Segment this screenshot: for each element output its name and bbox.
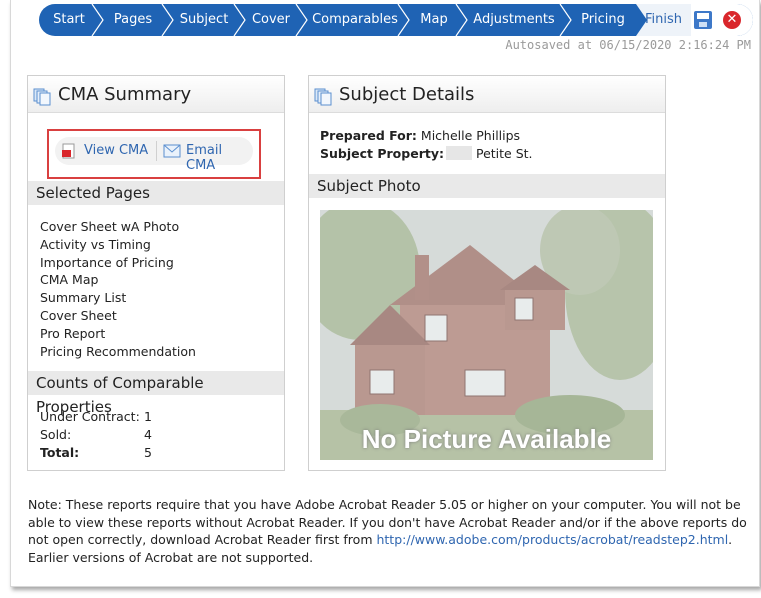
subject-info: Prepared For: Michelle Phillips Subject … — [320, 127, 660, 163]
subject-photo: No Picture Available — [320, 210, 653, 460]
email-cma-link[interactable]: Email CMA — [186, 143, 253, 173]
close-icon[interactable]: ✕ — [723, 11, 741, 29]
finish-area: Finish ✕ — [636, 4, 753, 36]
cma-summary-panel: CMA Summary View CMA Email CMA Selected … — [27, 75, 285, 471]
count-value: 5 — [144, 444, 152, 460]
email-icon — [163, 144, 181, 158]
subject-details-header: Subject Details — [309, 76, 665, 113]
subject-photo-heading: Subject Photo — [309, 174, 665, 198]
step-pages[interactable]: Pages — [103, 4, 163, 36]
prepared-for-value: Michelle Phillips — [420, 128, 521, 143]
prepared-for-row: Prepared For: Michelle Phillips — [320, 128, 521, 143]
subject-details-title: Subject Details — [339, 84, 475, 105]
app-frame: Start Pages Subject Cover Comparables Ma… — [10, 0, 760, 587]
step-cover[interactable]: Cover — [245, 4, 297, 36]
count-value: 1 — [144, 409, 152, 424]
step-start[interactable]: Start — [39, 4, 99, 36]
selected-page-item: Importance of Pricing — [40, 254, 174, 270]
cma-summary-header: CMA Summary — [28, 76, 284, 113]
subject-property-value: Petite St. — [475, 145, 533, 161]
counts-heading: Counts of Comparable Properties — [28, 371, 284, 416]
acrobat-download-link[interactable]: http://www.adobe.com/products/acrobat/re… — [376, 532, 728, 547]
count-label: Under Contract: — [40, 409, 140, 424]
count-row: Under Contract: 1 — [40, 408, 270, 426]
selected-page-item: Pricing Recommendation — [40, 343, 196, 359]
selected-pages-heading: Selected Pages — [28, 181, 284, 205]
step-subject[interactable]: Subject — [173, 4, 235, 36]
step-map[interactable]: Map — [411, 4, 457, 36]
count-row: Sold: 4 — [40, 426, 270, 444]
selected-page-item: CMA Map — [40, 272, 99, 288]
house-placeholder-image — [320, 210, 653, 460]
selected-page-item: Pro Report — [40, 325, 106, 341]
selected-page-item: Summary List — [40, 290, 127, 306]
no-picture-overlay: No Picture Available — [361, 424, 612, 454]
counts-table: Under Contract: 1 Sold: 4 Total: 5 — [40, 408, 270, 461]
selected-page-item: Cover Sheet wA Photo — [40, 219, 180, 234]
step-pricing[interactable]: Pricing — [571, 4, 635, 36]
count-value: 4 — [144, 426, 152, 442]
cma-actions-highlight: View CMA Email CMA — [47, 129, 261, 179]
step-comparables[interactable]: Comparables — [307, 4, 403, 36]
subject-property-row: Subject Property: Petite St. — [320, 145, 533, 161]
prepared-for-label: Prepared For — [320, 128, 412, 143]
actions-divider — [156, 141, 157, 161]
pages-icon — [314, 88, 332, 106]
count-row: Total: 5 — [40, 444, 270, 462]
redacted-street-number — [445, 145, 472, 160]
cma-summary-title: CMA Summary — [58, 84, 192, 105]
view-cma-link[interactable]: View CMA — [84, 143, 148, 158]
wizard-breadcrumb: Start Pages Subject Cover Comparables Ma… — [39, 4, 753, 36]
save-icon[interactable] — [694, 11, 712, 29]
selected-page-item: Activity vs Timing — [40, 236, 151, 252]
pdf-icon — [62, 143, 75, 159]
pages-icon — [33, 88, 51, 106]
step-adjustments[interactable]: Adjustments — [467, 4, 561, 36]
subject-property-label: Subject Property — [320, 145, 439, 161]
autosave-status: Autosaved at 06/15/2020 2:16:24 PM — [505, 38, 751, 52]
count-label: Total: — [40, 444, 80, 460]
finish-chevron — [636, 4, 647, 36]
selected-page-item: Cover Sheet — [40, 307, 117, 323]
acrobat-note: Note: These reports require that you hav… — [28, 496, 748, 566]
subject-details-panel: Subject Details Prepared For: Michelle P… — [308, 75, 666, 471]
cma-actions-bar: View CMA Email CMA — [55, 137, 253, 173]
count-label: Sold: — [40, 426, 72, 442]
selected-pages-list: Cover Sheet wA Photo Activity vs Timing … — [40, 218, 196, 360]
step-separator — [397, 4, 410, 36]
